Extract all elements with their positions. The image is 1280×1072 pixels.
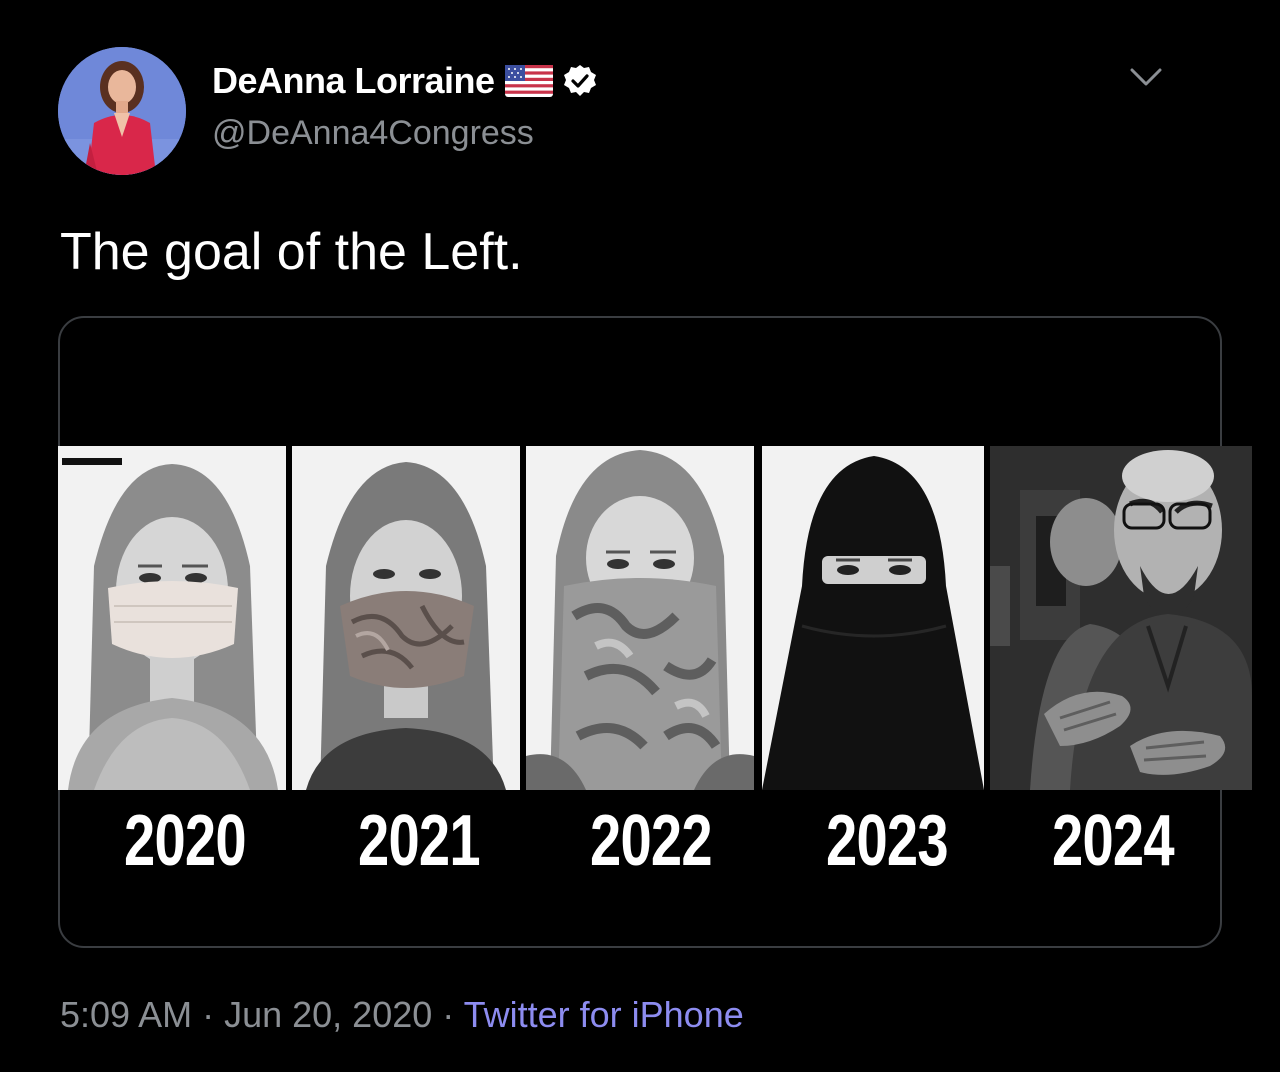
tweet-meta: 5:09 AM · Jun 20, 2020 · Twitter for iPh… bbox=[60, 994, 744, 1036]
year-label-2024: 2024 bbox=[1052, 801, 1175, 881]
display-name-row: DeAnna Lorraine bbox=[212, 60, 597, 102]
tweet-time[interactable]: 5:09 AM bbox=[60, 994, 192, 1035]
tweet-source-link[interactable]: Twitter for iPhone bbox=[464, 994, 744, 1035]
tweet: DeAnna Lorraine @DeAnna4Congress The goa… bbox=[0, 0, 1280, 1072]
media-image-strip bbox=[58, 446, 1252, 792]
profile-avatar[interactable] bbox=[58, 47, 186, 175]
photo-surgical-mask bbox=[58, 446, 286, 790]
meta-separator: · bbox=[192, 994, 225, 1035]
user-handle[interactable]: @DeAnna4Congress bbox=[212, 114, 534, 153]
year-label-2021: 2021 bbox=[358, 801, 481, 881]
photo-cloth-mask bbox=[292, 446, 520, 790]
display-name[interactable]: DeAnna Lorraine bbox=[212, 60, 495, 102]
year-label-2022: 2022 bbox=[590, 801, 713, 881]
photo-embrace bbox=[990, 446, 1252, 790]
tweet-date[interactable]: Jun 20, 2020 bbox=[224, 994, 432, 1035]
photo-camo-gaiter bbox=[526, 446, 754, 790]
chevron-down-icon[interactable] bbox=[1128, 62, 1164, 92]
verified-badge-icon bbox=[563, 64, 597, 98]
year-label-2023: 2023 bbox=[826, 801, 949, 881]
photo-niqab bbox=[762, 446, 984, 790]
meta-separator: · bbox=[432, 994, 464, 1035]
us-flag-icon bbox=[504, 65, 553, 97]
tweet-text: The goal of the Left. bbox=[60, 223, 523, 281]
year-label-2020: 2020 bbox=[124, 801, 247, 881]
